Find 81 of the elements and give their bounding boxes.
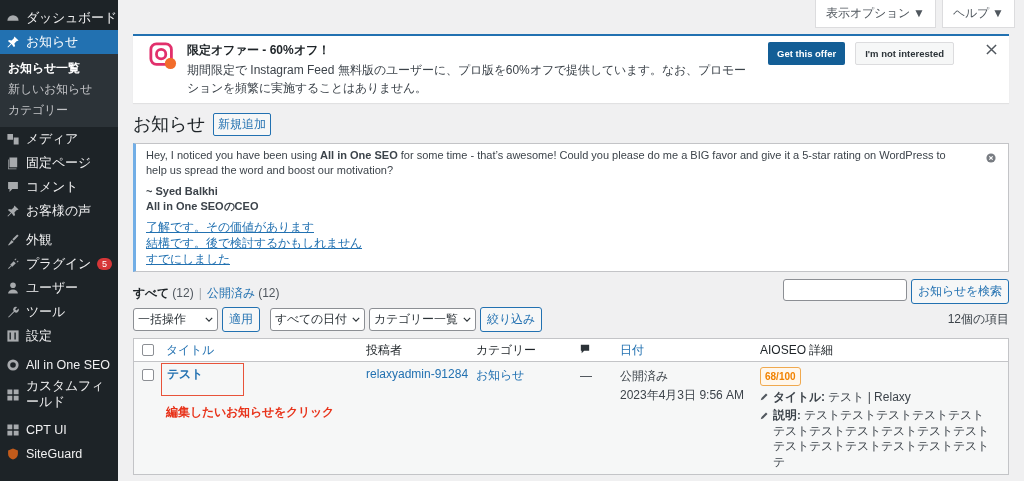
plug-icon	[6, 257, 20, 271]
post-title-link[interactable]: テスト	[161, 363, 244, 397]
apply-button[interactable]: 適用	[222, 307, 260, 333]
review-link[interactable]: 了解です。その価値があります	[146, 218, 314, 235]
post-date: 2023年4月3日 9:56 AM	[620, 387, 746, 405]
offer-title: 限定オファー - 60%オフ！	[187, 42, 331, 59]
speech-bubble-icon	[580, 344, 590, 355]
item-count: 12個の項目	[947, 311, 1009, 329]
seo-title: タイトル: テスト | Relaxy	[773, 389, 911, 406]
row-checkbox[interactable]	[142, 369, 154, 382]
review-link[interactable]: 結構です。後で検討するかもしれません	[146, 234, 362, 251]
sidebar-item[interactable]: 固定ページ	[0, 151, 118, 175]
select-all-checkbox[interactable]	[142, 344, 154, 357]
pin-icon	[6, 35, 20, 49]
screen-tab-button[interactable]: 表示オプション ▼	[814, 0, 936, 28]
pages-icon	[6, 156, 20, 170]
chevron-icon	[463, 317, 471, 323]
camera-icon	[149, 42, 177, 70]
sidebar-item[interactable]: お客様の声	[0, 199, 118, 223]
chevron-icon	[205, 317, 213, 323]
chevron-icon	[352, 317, 360, 323]
sidebar-item[interactable]: 外観	[0, 228, 118, 252]
review-link[interactable]: すでにしました	[146, 250, 230, 268]
sidebar-item[interactable]: ユーザー	[0, 276, 118, 300]
sliders-icon	[6, 329, 20, 343]
category-link[interactable]: お知らせ	[476, 367, 580, 385]
sidebar-item[interactable]: コメント	[0, 175, 118, 199]
author-link[interactable]: relaxyadmin-91284	[366, 367, 476, 382]
category-filter-dropdown[interactable]: カテゴリー一覧	[369, 308, 476, 332]
page-title: お知らせ	[133, 113, 205, 136]
date-filter-dropdown[interactable]: すべての日付	[270, 308, 365, 332]
status-filter-link[interactable]: すべて (12)	[133, 286, 194, 301]
sidebar-item[interactable]: ダッシュボード	[0, 6, 118, 30]
submenu-item[interactable]: お知らせ一覧	[0, 58, 118, 79]
sidebar-item[interactable]: お知らせ	[0, 30, 118, 54]
speech-bubble-icon	[6, 180, 20, 194]
seo-score-badge: 68/100	[760, 367, 801, 387]
sidebar-item[interactable]: 設定	[0, 324, 118, 348]
sidebar-item[interactable]: ツール	[0, 300, 118, 324]
brush-icon	[6, 233, 20, 247]
close-icon[interactable]	[986, 44, 997, 55]
sidebar-item[interactable]: プラグイン 5	[0, 252, 118, 276]
grid-icon	[6, 423, 20, 437]
annotation-text: 編集したいお知らせをクリック	[166, 404, 335, 422]
review-message: Hey, I noticed you have been using All in One SEO for some time - that’s awesome! Could you please do me a BIG favor and give it a 5-star rating on WordPress to help us spread the word and boost our motivation?	[146, 148, 947, 179]
sidebar-item[interactable]: CPT UI	[0, 418, 118, 442]
status-filter-link[interactable]: 公開済み (12)	[206, 286, 280, 301]
sidebar-item[interactable]: メディア	[0, 127, 118, 151]
wrench-icon	[6, 305, 20, 319]
close-icon[interactable]	[986, 153, 996, 163]
sidebar-item[interactable]: カスタムフィールド	[0, 377, 118, 413]
column-header: AIOSEO 詳細	[760, 341, 835, 359]
separator: |	[198, 286, 202, 301]
sidebar-item[interactable]: All in One SEO	[0, 353, 118, 377]
seo-description: 説明: テストテストテストテストテストテストテストテストテストテストテストテストテストテストテストテストテストテ	[773, 408, 990, 470]
user-icon	[6, 281, 20, 295]
dismiss-offer-button[interactable]: I'm not interested	[855, 42, 954, 65]
screen-tab-button[interactable]: ヘルプ ▼	[941, 0, 1015, 28]
grid-icon	[6, 388, 20, 402]
column-header[interactable]: タイトル	[166, 341, 366, 359]
offer-message: 期間限定で Instagram Feed 無料版のユーザーに、プロ版を60%オフで提供しています。なお、プロモーションを頻繁に実施することはありません。	[187, 62, 747, 97]
search-button[interactable]: お知らせを検索	[911, 279, 1009, 305]
submenu-item[interactable]: カテゴリー	[0, 100, 118, 121]
sidebar-item[interactable]: SiteGuard	[0, 442, 118, 466]
comment-count: —	[580, 368, 593, 386]
pin-icon	[6, 204, 20, 218]
bulk-action-dropdown[interactable]: 一括操作	[133, 308, 218, 332]
column-header: 投稿者	[366, 341, 403, 359]
signature-line: All in One SEOのCEO	[146, 199, 260, 215]
get-offer-button[interactable]: Get this offer	[768, 42, 846, 65]
search-field[interactable]	[783, 279, 907, 302]
update-count-badge: 5	[97, 258, 112, 270]
media-icon	[6, 132, 20, 146]
column-header: カテゴリー	[476, 341, 537, 359]
post-status: 公開済み	[620, 368, 669, 386]
add-new-button[interactable]: 新規追加	[213, 112, 271, 136]
filter-button[interactable]: 絞り込み	[480, 307, 542, 333]
column-header[interactable]: 日付	[620, 341, 760, 359]
submenu-item[interactable]: 新しいお知らせ	[0, 79, 118, 100]
shield-icon	[6, 447, 20, 461]
signature-line: ~ Syed Balkhi	[146, 183, 219, 199]
